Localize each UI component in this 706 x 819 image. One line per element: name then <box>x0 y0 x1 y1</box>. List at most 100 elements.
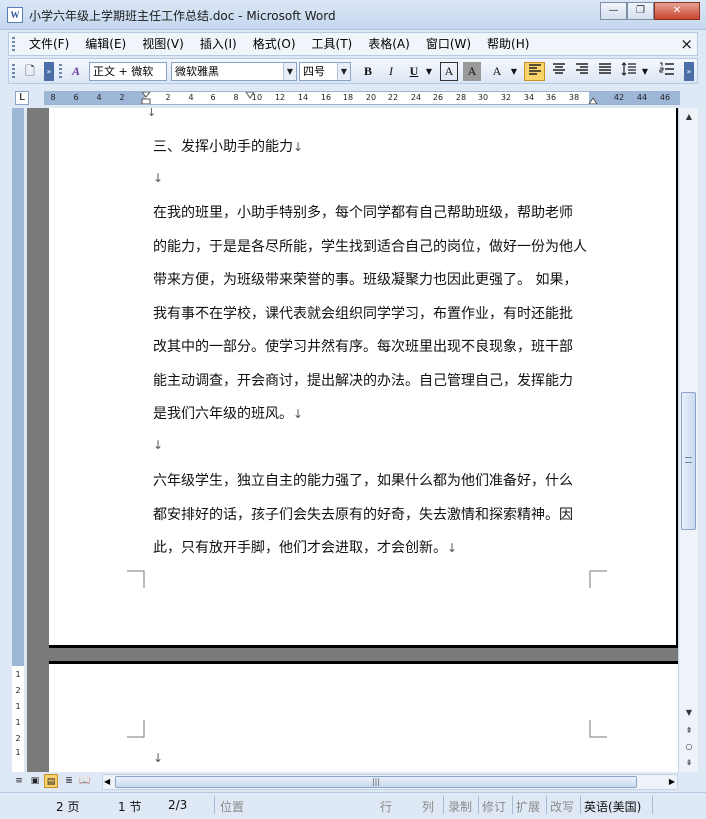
paragraph[interactable]: 六年级学生，独立自主的能力强了，如果什么都为他们准备好，什么 <box>153 470 573 490</box>
scroll-up-icon[interactable]: ▲ <box>679 110 699 124</box>
ruler-label: 38 <box>568 93 580 102</box>
vertical-scroll-thumb[interactable] <box>681 392 696 530</box>
new-document-icon[interactable]: 🗋 <box>20 62 40 81</box>
print-layout-view-icon[interactable]: ▤ <box>44 774 58 788</box>
scroll-down-icon[interactable]: ▼ <box>679 706 699 720</box>
underline-button[interactable]: U <box>405 62 423 81</box>
status-record[interactable]: 录制 <box>448 798 472 815</box>
paragraph[interactable]: 的能力，于是是各尽所能，学生找到适合自己的岗位，做好一份为他人 <box>153 236 587 256</box>
vertical-scrollbar[interactable]: ▲ ▼ ⇞ ○ ⇟ <box>678 108 698 772</box>
styles-and-formatting-icon[interactable]: A <box>67 62 85 81</box>
toolbar-grip-handle-2[interactable] <box>59 64 62 79</box>
web-layout-view-icon[interactable]: ▣ <box>28 774 42 788</box>
horizontal-ruler-row: L 8 6 4 2 2 4 6 8 10 12 14 16 18 20 22 2… <box>8 88 698 108</box>
horizontal-scrollbar[interactable]: ◀ ||| ▶ <box>102 774 678 790</box>
menu-format[interactable]: 格式(O) <box>245 36 304 53</box>
align-center-button[interactable] <box>548 62 569 81</box>
minimize-button[interactable]: — <box>600 2 627 20</box>
right-indent-marker-icon[interactable] <box>588 97 598 104</box>
paragraph-mark-icon: ↓ <box>147 108 157 119</box>
close-window-button[interactable]: ✕ <box>654 2 700 20</box>
menu-table[interactable]: 表格(A) <box>360 36 418 53</box>
page-2[interactable]: ↓ <box>49 661 678 772</box>
ruler-label: 44 <box>636 93 648 102</box>
align-left-button[interactable] <box>524 62 545 81</box>
menu-file[interactable]: 文件(F) <box>21 36 77 53</box>
paragraph[interactable]: 能主动调查，开会商讨，提出解决的办法。自己管理自己，发挥能力 <box>153 370 573 390</box>
paragraph[interactable]: 此，只有放开手脚，他们才会进取，才会创新。↓ <box>153 537 457 557</box>
character-scaling-icon[interactable]: A <box>486 62 508 81</box>
paragraph[interactable]: 带来方便，为班级带来荣誉的事。班级凝聚力也因此更强了。 如果， <box>153 269 577 289</box>
underline-dropdown-icon[interactable]: ▼ <box>424 62 434 81</box>
left-indent-marker-icon[interactable] <box>141 92 151 104</box>
toolbar-options-chevron-2[interactable]: » <box>684 62 694 81</box>
status-divider <box>512 796 513 814</box>
toolbar-options-chevron[interactable]: » <box>44 62 54 81</box>
menu-help[interactable]: 帮助(H) <box>479 36 537 53</box>
style-combo[interactable]: 正文 + 微软 <box>89 62 167 81</box>
font-size-value: 四号 <box>303 65 325 78</box>
bold-button[interactable]: B <box>359 62 377 81</box>
justify-button[interactable] <box>594 62 615 81</box>
document-area[interactable]: 三、发挥小助手的能力↓ ↓ 在我的班里，小助手特别多，每个同学都有自己帮助班级，… <box>27 108 678 772</box>
menu-insert[interactable]: 插入(I) <box>192 36 245 53</box>
outline-view-icon[interactable]: ≣ <box>62 774 76 788</box>
vertical-ruler[interactable]: 1 2 1 1 2 1 <box>8 108 27 772</box>
paragraph-text: 六年级学生，独立自主的能力强了，如果什么都为他们准备好，什么 <box>153 473 573 489</box>
paragraph[interactable]: 我有事不在学校，课代表就会组织同学学习，布置作业，有时还能批 <box>153 303 573 323</box>
line-spacing-dropdown-icon[interactable]: ▼ <box>640 62 650 81</box>
first-line-indent-marker-icon[interactable] <box>245 92 255 99</box>
menu-grip-handle[interactable] <box>12 37 15 51</box>
formatting-toolbar: 🗋 » A 正文 + 微软 微软雅黑 ▼ 四号 ▼ B I U ▼ A A A … <box>8 58 698 84</box>
reading-layout-view-icon[interactable]: 📖 <box>78 774 92 788</box>
menu-window[interactable]: 窗口(W) <box>418 36 479 53</box>
normal-view-icon[interactable]: ≡ <box>12 774 26 788</box>
page-1[interactable]: 三、发挥小助手的能力↓ ↓ 在我的班里，小助手特别多，每个同学都有自己帮助班级，… <box>49 108 678 648</box>
horizontal-scroll-thumb[interactable]: ||| <box>115 776 637 788</box>
horizontal-ruler[interactable]: 8 6 4 2 2 4 6 8 10 12 14 16 18 20 22 24 … <box>44 91 680 105</box>
status-overtype[interactable]: 改写 <box>550 798 574 815</box>
character-border-button[interactable]: A <box>440 62 458 81</box>
character-shading-button[interactable]: A <box>463 62 481 81</box>
paragraph[interactable]: 改其中的一部分。使学习井然有序。每次班里出现不良现象，班干部 <box>153 336 573 356</box>
word-app-icon[interactable]: W <box>7 7 23 23</box>
menu-edit[interactable]: 编辑(E) <box>77 36 134 53</box>
paragraph[interactable]: 是我们六年级的班风。↓ <box>153 403 303 423</box>
paragraph-mark-icon: ↓ <box>293 140 304 154</box>
menu-tools[interactable]: 工具(T) <box>304 36 361 53</box>
italic-button[interactable]: I <box>382 62 400 81</box>
previous-page-icon[interactable]: ⇞ <box>679 724 699 738</box>
vruler-label: 2 <box>15 686 21 695</box>
paragraph[interactable]: 在我的班里，小助手特别多，每个同学都有自己帮助班级，帮助老师 <box>153 202 573 222</box>
select-browse-object-icon[interactable]: ○ <box>679 740 699 754</box>
font-combo[interactable]: 微软雅黑 ▼ <box>171 62 297 81</box>
close-document-button[interactable]: × <box>680 34 693 54</box>
tab-selector[interactable]: L <box>15 91 29 105</box>
paragraph[interactable]: ↓ <box>153 437 163 453</box>
paragraph[interactable]: 三、发挥小助手的能力↓ <box>153 136 303 156</box>
font-size-combo[interactable]: 四号 ▼ <box>299 62 351 81</box>
scaling-dropdown-icon[interactable]: ▼ <box>509 62 519 81</box>
status-revise[interactable]: 修订 <box>482 798 506 815</box>
numbering-button[interactable] <box>657 62 677 81</box>
paragraph-mark-icon: ↓ <box>447 541 458 555</box>
status-language[interactable]: 英语(美国) <box>584 798 641 815</box>
crop-mark-icon <box>127 570 145 588</box>
view-and-hscroll-row: ≡ ▣ ▤ ≣ 📖 ◀ ||| ▶ <box>8 772 698 792</box>
scroll-left-icon[interactable]: ◀ <box>104 775 110 789</box>
paragraph[interactable]: ↓ <box>153 750 163 766</box>
status-extend[interactable]: 扩展 <box>516 798 540 815</box>
toolbar-grip-handle[interactable] <box>12 64 15 79</box>
line-spacing-button[interactable] <box>619 62 639 81</box>
paragraph[interactable]: ↓ <box>153 170 163 186</box>
restore-button[interactable]: ❐ <box>627 2 654 20</box>
chevron-down-icon[interactable]: ▼ <box>283 63 296 80</box>
menu-view[interactable]: 视图(V) <box>134 36 192 53</box>
line-spacing-icon <box>621 62 636 76</box>
next-page-icon[interactable]: ⇟ <box>679 756 699 770</box>
ruler-label: 42 <box>613 93 625 102</box>
align-right-button[interactable] <box>571 62 592 81</box>
paragraph[interactable]: 都安排好的话，孩子们会失去原有的好奇，失去激情和探索精神。因 <box>153 504 573 524</box>
chevron-down-icon[interactable]: ▼ <box>337 63 350 80</box>
scroll-right-icon[interactable]: ▶ <box>669 775 675 789</box>
